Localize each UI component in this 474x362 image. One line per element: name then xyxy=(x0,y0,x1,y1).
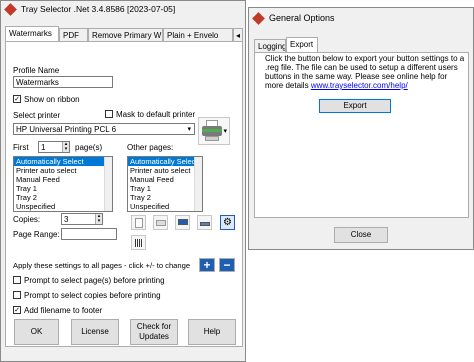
list-item[interactable]: Tray 1 xyxy=(14,184,112,193)
printer-dropdown-chevron-icon: ▾ xyxy=(223,128,227,135)
ok-button[interactable]: OK xyxy=(14,319,59,345)
options-window: General Options Logging Export Click the… xyxy=(248,7,474,250)
printer-select-value: HP Universal Printing PCL 6 xyxy=(16,125,117,134)
options-titlebar: General Options xyxy=(249,8,473,28)
list-item[interactable]: Unspecified xyxy=(128,202,202,211)
first-pages-value: 1 xyxy=(41,143,46,152)
apply-settings-label: Apply these settings to all pages - clic… xyxy=(13,261,191,270)
mask-default-checkbox[interactable] xyxy=(105,110,113,118)
first-tray-list[interactable]: Automatically Select Printer auto select… xyxy=(13,156,113,212)
add-filename-label: Add filename to footer xyxy=(24,306,103,315)
copies-value: 3 xyxy=(64,215,69,224)
tab-scroll-left-button[interactable]: ◂ xyxy=(233,28,243,41)
add-filename-checkbox[interactable]: ✓ xyxy=(13,306,21,314)
prompt-copies-checkbox[interactable] xyxy=(13,291,21,299)
app-icon xyxy=(252,12,265,25)
other-pages-label: Other pages: xyxy=(127,143,174,152)
barcode-shape xyxy=(135,239,143,247)
copies-label: Copies: xyxy=(13,215,41,224)
main-tabstrip: Watermarks PDF Remove Primary W Plain + … xyxy=(5,26,243,41)
copies-spinner[interactable]: 3 ▴ ▾ xyxy=(61,213,103,225)
select-printer-label: Select printer xyxy=(13,111,61,120)
main-titlebar: Tray Selector .Net 3.4.8586 [2023-07-05] xyxy=(1,1,245,17)
list-item[interactable]: Manual Feed xyxy=(128,175,202,184)
help-link[interactable]: www.trayselector.com/help/ xyxy=(311,81,408,90)
check-updates-button[interactable]: Check for Updates xyxy=(130,319,178,345)
chevron-down-icon: ▾ xyxy=(187,126,191,133)
help-button[interactable]: Help xyxy=(188,319,236,345)
scanner-shape xyxy=(200,222,210,226)
scanner-icon[interactable] xyxy=(197,215,212,230)
remove-button[interactable]: − xyxy=(219,258,235,272)
prompt-pages-checkbox[interactable] xyxy=(13,276,21,284)
list-item[interactable]: Printer auto select xyxy=(14,166,112,175)
list-item[interactable]: Tray 1 xyxy=(128,184,202,193)
tab-plain-envelope[interactable]: Plain + Envelo xyxy=(163,28,233,41)
list-item[interactable]: Tray 2 xyxy=(128,193,202,202)
options-tabstrip: Logging Export xyxy=(254,37,374,52)
main-window: Tray Selector .Net 3.4.8586 [2023-07-05]… xyxy=(0,0,246,362)
app-icon xyxy=(4,3,17,16)
show-on-ribbon-checkbox[interactable]: ✓ xyxy=(13,95,21,103)
list-item[interactable]: Printer auto select xyxy=(128,166,202,175)
page-range-input[interactable] xyxy=(61,228,117,240)
options-window-title: General Options xyxy=(269,13,335,23)
monitor-shape xyxy=(178,219,188,225)
show-on-ribbon-label: Show on ribbon xyxy=(24,95,80,104)
envelope-icon[interactable] xyxy=(153,215,168,230)
other-tray-list[interactable]: Automatically Select Printer auto select… xyxy=(127,156,203,212)
printer-icon-tray xyxy=(205,136,219,141)
prompt-copies-label: Prompt to select copies before printing xyxy=(24,291,161,300)
spinner-arrows-icon[interactable]: ▴ ▾ xyxy=(95,214,102,224)
license-button[interactable]: License xyxy=(71,319,119,345)
main-tab-panel: Profile Name Watermarks ✓ Show on ribbon… xyxy=(5,41,243,347)
list-item[interactable]: Manual Feed xyxy=(14,175,112,184)
pages-label: page(s) xyxy=(75,143,103,152)
other-tray-scrollbar[interactable] xyxy=(194,157,202,211)
gear-icon[interactable]: ⚙ xyxy=(220,215,235,230)
tab-watermarks[interactable]: Watermarks xyxy=(5,26,59,41)
page-range-label: Page Range: xyxy=(13,230,60,239)
profile-name-label: Profile Name xyxy=(13,66,60,75)
printer-select[interactable]: HP Universal Printing PCL 6 ▾ xyxy=(13,123,195,135)
first-tray-scrollbar[interactable] xyxy=(104,157,112,211)
list-item[interactable]: Automatically Select xyxy=(128,157,202,166)
spinner-arrows-icon[interactable]: ▴ ▾ xyxy=(62,142,69,152)
tab-export[interactable]: Export xyxy=(286,37,318,52)
printer-icon[interactable]: ▾ xyxy=(198,117,230,145)
add-button[interactable]: + xyxy=(199,258,215,272)
prompt-pages-label: Prompt to select page(s) before printing xyxy=(24,276,165,285)
export-button[interactable]: Export xyxy=(319,99,391,113)
new-page-icon[interactable] xyxy=(131,215,146,230)
options-tab-panel: Click the button below to export your bu… xyxy=(254,52,469,218)
barcode-icon[interactable] xyxy=(131,235,146,250)
list-item[interactable]: Tray 2 xyxy=(14,193,112,202)
main-window-title: Tray Selector .Net 3.4.8586 [2023-07-05] xyxy=(21,4,176,14)
first-pages-spinner[interactable]: 1 ▴ ▾ xyxy=(38,141,70,153)
tab-logging[interactable]: Logging xyxy=(254,39,286,52)
mask-default-label: Mask to default printer xyxy=(116,110,196,119)
first-label: First xyxy=(13,143,29,152)
new-page-shape xyxy=(135,218,143,228)
list-item[interactable]: Automatically Select xyxy=(14,157,112,166)
printer-icon-stripe xyxy=(202,129,222,132)
envelope-shape xyxy=(156,220,166,226)
tab-remove-primary[interactable]: Remove Primary W xyxy=(88,28,163,41)
export-description: Click the button below to export your bu… xyxy=(265,54,465,90)
profile-name-input[interactable]: Watermarks xyxy=(13,76,113,88)
list-item[interactable]: Unspecified xyxy=(14,202,112,211)
monitor-icon[interactable] xyxy=(175,215,190,230)
close-button[interactable]: Close xyxy=(334,227,388,243)
tab-pdf[interactable]: PDF xyxy=(59,28,88,41)
